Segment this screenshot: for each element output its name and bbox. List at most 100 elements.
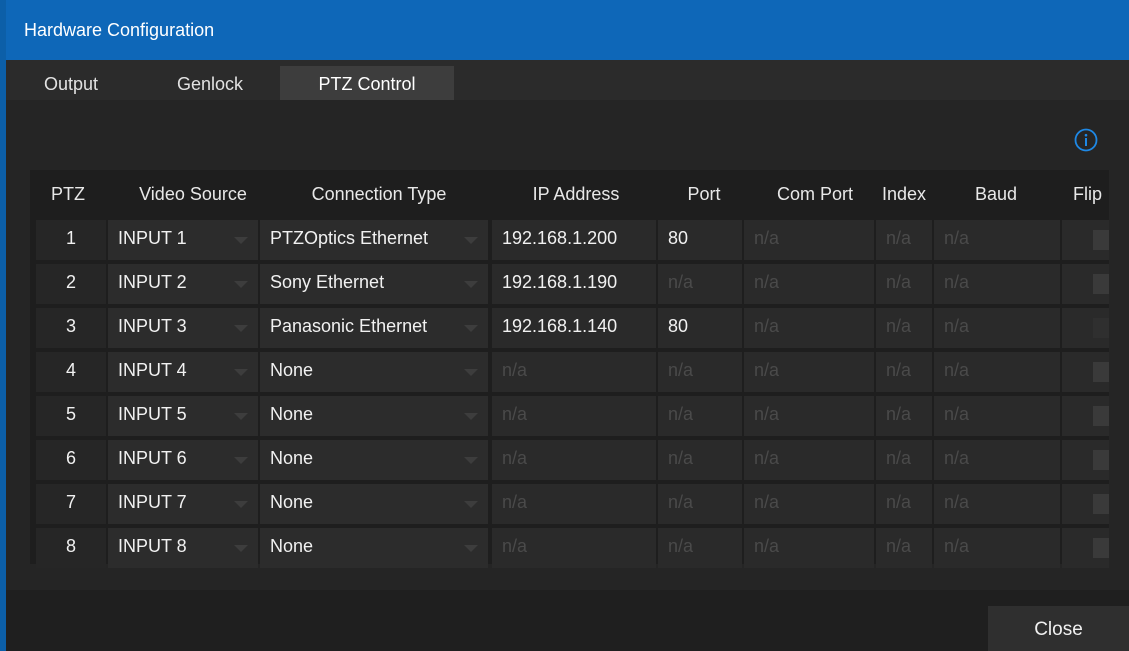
tab-genlock[interactable]: Genlock <box>148 66 272 100</box>
video-source-dropdown[interactable]: INPUT 8 <box>108 528 258 568</box>
video-source-dropdown[interactable]: INPUT 4 <box>108 352 258 392</box>
tab-ptz-control-label: PTZ Control <box>318 74 416 94</box>
chevron-down-icon <box>234 325 248 332</box>
column-header-baud: Baud <box>974 184 1018 204</box>
ip-address-field: n/a <box>492 528 656 568</box>
video-source-value: INPUT 7 <box>118 492 187 512</box>
ptz-number: 1 <box>36 220 106 260</box>
connection-type-dropdown[interactable]: None <box>260 484 488 524</box>
video-source-dropdown[interactable]: INPUT 1 <box>108 220 258 260</box>
baud-field: n/a <box>934 352 1060 392</box>
connection-type-value: PTZOptics Ethernet <box>270 228 429 248</box>
com-port-field: n/a <box>744 308 874 348</box>
table-row: 8 INPUT 8 None n/a n/a n/a n/a n/a <box>30 526 1109 570</box>
connection-type-dropdown[interactable]: Sony Ethernet <box>260 264 488 304</box>
chevron-down-icon <box>234 457 248 464</box>
video-source-value: INPUT 4 <box>118 360 187 380</box>
table-row: 6 INPUT 6 None n/a n/a n/a n/a n/a <box>30 438 1109 482</box>
flip-checkbox[interactable] <box>1093 230 1109 250</box>
connection-type-dropdown[interactable]: None <box>260 352 488 392</box>
flip-checkbox[interactable] <box>1093 538 1109 558</box>
dialog-footer: Close <box>6 590 1129 651</box>
connection-type-value: None <box>270 448 314 468</box>
chevron-down-icon <box>234 281 248 288</box>
table-row: 5 INPUT 5 None n/a n/a n/a n/a n/a <box>30 394 1109 438</box>
connection-type-dropdown[interactable]: None <box>260 396 488 436</box>
index-field: n/a <box>876 396 932 436</box>
chevron-down-icon <box>234 501 248 508</box>
ip-address-field[interactable]: 192.168.1.190 <box>492 264 656 304</box>
chevron-down-icon <box>234 545 248 552</box>
index-field: n/a <box>876 440 932 480</box>
connection-type-value: None <box>270 360 314 380</box>
table-row: 3 INPUT 3 Panasonic Ethernet 192.168.1.140 8… <box>30 306 1109 350</box>
port-field: n/a <box>658 484 742 524</box>
baud-field: n/a <box>934 264 1060 304</box>
ip-address-field[interactable]: 192.168.1.200 <box>492 220 656 260</box>
video-source-value: INPUT 3 <box>118 316 187 336</box>
connection-type-dropdown[interactable]: Panasonic Ethernet <box>260 308 488 348</box>
port-field: n/a <box>658 440 742 480</box>
column-header-ptz: PTZ <box>51 184 85 204</box>
port-field[interactable]: 80 <box>658 220 742 260</box>
chevron-down-icon <box>234 369 248 376</box>
table-row: 1 INPUT 1 PTZOptics Ethernet 192.168.1.200 8… <box>30 218 1109 262</box>
info-icon[interactable] <box>1074 128 1098 152</box>
connection-type-value: None <box>270 536 314 556</box>
ptz-number: 3 <box>36 308 106 348</box>
com-port-field: n/a <box>744 220 874 260</box>
baud-field: n/a <box>934 440 1060 480</box>
column-header-index: Index <box>881 184 927 204</box>
column-header-ip-address: IP Address <box>532 184 620 204</box>
flip-checkbox[interactable] <box>1093 318 1109 338</box>
baud-field: n/a <box>934 308 1060 348</box>
connection-type-dropdown[interactable]: None <box>260 440 488 480</box>
tab-strip: Output Genlock PTZ Control <box>6 60 1129 101</box>
flip-cell <box>1062 352 1109 392</box>
column-header-connection-type: Connection Type <box>311 184 447 204</box>
ptz-number: 7 <box>36 484 106 524</box>
connection-type-dropdown[interactable]: PTZOptics Ethernet <box>260 220 488 260</box>
ptz-number: 4 <box>36 352 106 392</box>
chevron-down-icon <box>464 325 478 332</box>
video-source-dropdown[interactable]: INPUT 5 <box>108 396 258 436</box>
ptz-number: 6 <box>36 440 106 480</box>
window-title: Hardware Configuration <box>24 20 215 40</box>
table-row: 2 INPUT 2 Sony Ethernet 192.168.1.190 n/a n/a… <box>30 262 1109 306</box>
flip-checkbox[interactable] <box>1093 494 1109 514</box>
connection-type-value: None <box>270 492 314 512</box>
com-port-field: n/a <box>744 484 874 524</box>
close-button[interactable]: Close <box>988 606 1129 651</box>
ip-address-field[interactable]: 192.168.1.140 <box>492 308 656 348</box>
baud-field: n/a <box>934 396 1060 436</box>
tab-output-label: Output <box>43 74 99 94</box>
video-source-value: INPUT 5 <box>118 404 187 424</box>
port-field[interactable]: 80 <box>658 308 742 348</box>
chevron-down-icon <box>234 237 248 244</box>
video-source-value: INPUT 2 <box>118 272 187 292</box>
port-field: n/a <box>658 396 742 436</box>
baud-field: n/a <box>934 220 1060 260</box>
flip-checkbox[interactable] <box>1093 274 1109 294</box>
ptz-table: PTZ Video Source Connection Type IP Addr… <box>30 170 1109 568</box>
flip-checkbox[interactable] <box>1093 362 1109 382</box>
chevron-down-icon <box>464 281 478 288</box>
connection-type-dropdown[interactable]: None <box>260 528 488 568</box>
video-source-dropdown[interactable]: INPUT 7 <box>108 484 258 524</box>
flip-cell <box>1062 396 1109 436</box>
tab-ptz-control[interactable]: PTZ Control <box>280 66 454 100</box>
flip-checkbox[interactable] <box>1093 450 1109 470</box>
baud-field: n/a <box>934 528 1060 568</box>
ptz-number: 8 <box>36 528 106 568</box>
video-source-dropdown[interactable]: INPUT 3 <box>108 308 258 348</box>
flip-checkbox[interactable] <box>1093 406 1109 426</box>
video-source-value: INPUT 8 <box>118 536 187 556</box>
index-field: n/a <box>876 308 932 348</box>
flip-cell <box>1062 484 1109 524</box>
video-source-dropdown[interactable]: INPUT 6 <box>108 440 258 480</box>
com-port-field: n/a <box>744 396 874 436</box>
column-header-port: Port <box>687 184 721 204</box>
column-header-flip: Flip <box>1072 184 1102 204</box>
video-source-dropdown[interactable]: INPUT 2 <box>108 264 258 304</box>
tab-output[interactable]: Output <box>6 66 136 100</box>
